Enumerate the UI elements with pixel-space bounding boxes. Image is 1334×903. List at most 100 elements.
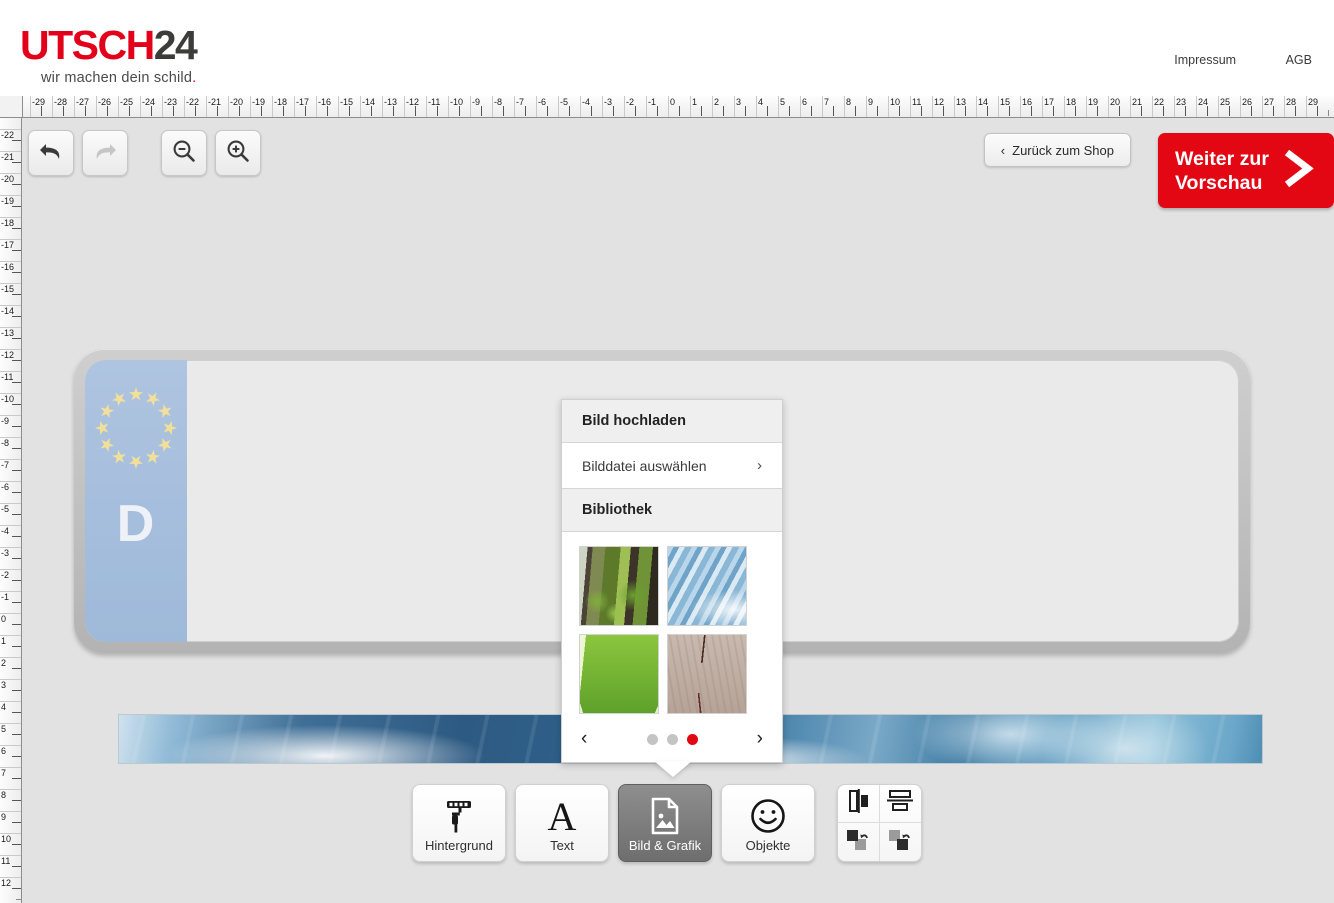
ruler-label: -12 xyxy=(1,350,15,360)
ruler-label: -7 xyxy=(516,97,525,107)
library-thumbnail-forest[interactable] xyxy=(579,546,659,626)
back-to-shop-button[interactable]: ‹ Zurück zum Shop xyxy=(983,133,1131,167)
align-center-horizontal-button[interactable] xyxy=(879,785,921,823)
image-file-icon xyxy=(647,796,683,836)
ruler-tick xyxy=(415,106,416,116)
mode-button-objekte[interactable]: Objekte xyxy=(721,784,815,862)
ruler-tick xyxy=(547,106,548,116)
ruler-tick xyxy=(1317,106,1318,116)
paint-roller-icon xyxy=(439,796,479,836)
ruler-label: 1 xyxy=(692,97,698,107)
ruler-label: 19 xyxy=(1088,97,1099,107)
ruler-tick xyxy=(151,106,152,116)
ruler-label: 3 xyxy=(736,97,742,107)
pager-dot-1[interactable] xyxy=(646,733,658,745)
bottom-toolbar: Hintergrund A Text Bild & Grafik Objekte xyxy=(412,784,922,862)
ruler-label: -7 xyxy=(1,460,10,470)
ruler-label: 4 xyxy=(1,702,7,712)
ruler-tick xyxy=(349,106,350,116)
ruler-label: -3 xyxy=(1,548,10,558)
ruler-tick xyxy=(1207,106,1208,116)
ruler-separator xyxy=(844,96,845,117)
ruler-tick xyxy=(12,536,21,537)
pager-dot-2[interactable] xyxy=(666,733,678,745)
pager-dot-3[interactable] xyxy=(686,733,698,745)
ruler-separator xyxy=(756,96,757,117)
ruler-label: -5 xyxy=(1,504,10,514)
pager-next-button[interactable]: › xyxy=(757,729,763,748)
ruler-tick xyxy=(877,106,878,116)
eu-country-code: D xyxy=(116,495,156,553)
ruler-tick xyxy=(12,448,21,449)
ruler-label: 29 xyxy=(1308,97,1319,107)
ruler-tick xyxy=(12,712,21,713)
library-thumbnail-water[interactable] xyxy=(667,546,747,626)
ruler-separator xyxy=(52,96,53,117)
nav-link-impressum[interactable]: Impressum xyxy=(1174,53,1236,67)
ruler-tick xyxy=(1053,106,1054,116)
brand-logo[interactable]: UTSCH24 wir machen dein schild. xyxy=(20,24,198,86)
design-canvas[interactable]: ‹ Zurück zum Shop Weiter zur Vorschau D … xyxy=(23,119,1334,903)
ruler-tick xyxy=(12,624,21,625)
align-center-vertical-icon xyxy=(842,787,874,820)
choose-file-row[interactable]: Bilddatei auswählen › xyxy=(562,443,782,489)
ruler-label: -11 xyxy=(1,372,14,382)
ruler-label: 5 xyxy=(780,97,786,107)
image-picker-popup[interactable]: Bild hochladen Bilddatei auswählen › Bib… xyxy=(561,399,783,777)
ruler-label: 0 xyxy=(1,614,7,624)
ruler-label: 11 xyxy=(912,97,922,107)
ruler-tick xyxy=(921,106,922,116)
ruler-label: 9 xyxy=(868,97,874,107)
library-thumbnail-leaf[interactable] xyxy=(579,634,659,714)
ruler-separator xyxy=(470,96,471,117)
ruler-tick xyxy=(12,822,21,823)
mode-button-hintergrund[interactable]: Hintergrund xyxy=(412,784,506,862)
redo-button[interactable] xyxy=(82,130,128,176)
ruler-separator xyxy=(690,96,691,117)
ruler-separator xyxy=(514,96,515,117)
mode-button-bild-grafik[interactable]: Bild & Grafik xyxy=(618,784,712,862)
ruler-separator xyxy=(1086,96,1087,117)
ruler-separator xyxy=(162,96,163,117)
ruler-label: 6 xyxy=(1,746,7,756)
ruler-tick xyxy=(12,382,21,383)
align-center-vertical-button[interactable] xyxy=(838,785,880,823)
ruler-separator xyxy=(866,96,867,117)
nav-link-agb[interactable]: AGB xyxy=(1286,53,1312,67)
undo-button[interactable] xyxy=(28,130,74,176)
ruler-tick xyxy=(679,106,680,116)
ruler-tick xyxy=(591,106,592,116)
popup-library-title: Bibliothek xyxy=(562,489,782,532)
ruler-tick xyxy=(85,106,86,116)
bring-to-front-button[interactable] xyxy=(838,823,880,861)
ruler-separator xyxy=(822,96,823,117)
chevron-right-icon: › xyxy=(757,457,762,474)
ruler-label: -27 xyxy=(76,97,90,107)
ruler-tick xyxy=(1273,106,1274,116)
ruler-label: -10 xyxy=(1,394,15,404)
ruler-separator xyxy=(1218,96,1219,117)
ruler-label: 6 xyxy=(802,97,808,107)
ruler-label: -22 xyxy=(1,130,15,140)
pager-prev-button[interactable]: ‹ xyxy=(581,729,587,748)
ruler-label: -19 xyxy=(1,196,15,206)
library-thumbnail-cracked-earth[interactable] xyxy=(667,634,747,714)
ruler-separator xyxy=(294,96,295,117)
ruler-separator xyxy=(624,96,625,117)
mode-button-text[interactable]: A Text xyxy=(515,784,609,862)
ruler-tick xyxy=(481,106,482,116)
chevron-right-icon xyxy=(1278,145,1318,196)
ruler-label: 7 xyxy=(824,97,830,107)
ruler-separator xyxy=(668,96,669,117)
zoom-in-button[interactable] xyxy=(215,130,261,176)
next-to-preview-button[interactable]: Weiter zur Vorschau xyxy=(1158,133,1334,208)
ruler-label: -8 xyxy=(494,97,503,107)
ruler-label: -20 xyxy=(1,174,15,184)
zoom-out-button[interactable] xyxy=(161,130,207,176)
ruler-tick xyxy=(1097,106,1098,116)
send-to-back-button[interactable] xyxy=(880,823,922,861)
ruler-separator xyxy=(734,96,735,117)
ruler-label: 2 xyxy=(1,658,7,668)
svg-text:A: A xyxy=(548,797,577,835)
ruler-tick xyxy=(173,106,174,116)
